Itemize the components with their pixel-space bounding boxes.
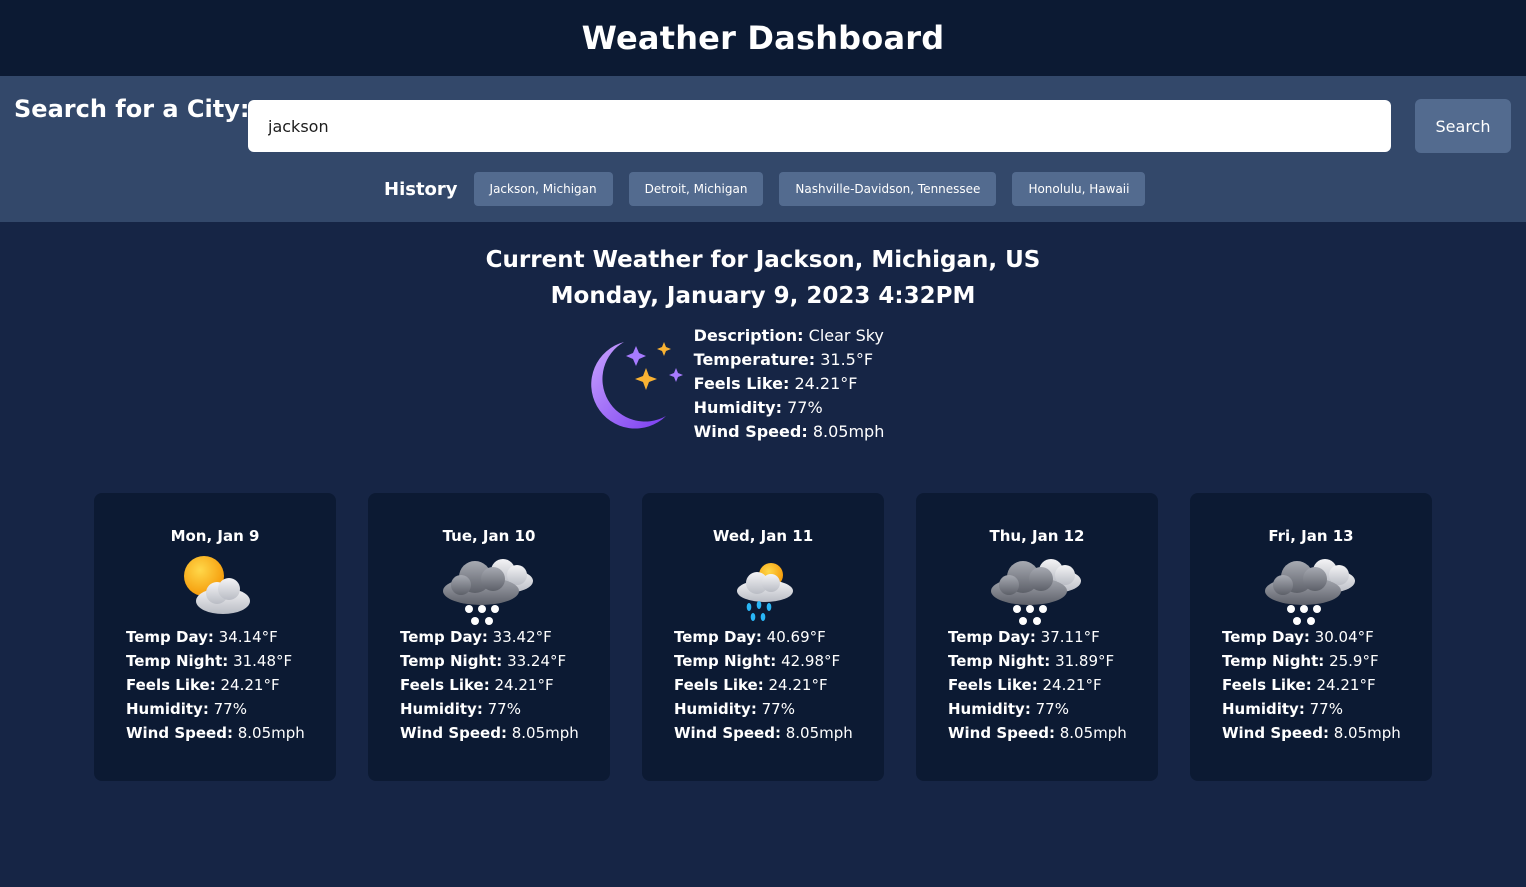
history-row: History Jackson, Michigan Detroit, Michi… — [384, 172, 1161, 206]
current-weather: Current Weather for Jackson, Michigan, U… — [0, 222, 1526, 448]
snow-cloud-icon — [987, 551, 1087, 625]
app-header: Weather Dashboard — [0, 0, 1526, 76]
forecast-details: Temp Day: 30.04°F Temp Night: 25.9°F Fee… — [1222, 628, 1401, 742]
history-item-nashville[interactable]: Nashville-Davidson, Tennessee — [779, 172, 997, 206]
forecast-card: Tue, Jan 10 Temp Day: 33.42°F Temp Night… — [368, 493, 610, 781]
current-humidity: Humidity: 77% — [693, 398, 823, 417]
snow-cloud-icon — [439, 551, 539, 625]
current-datetime: Monday, January 9, 2023 4:32PM — [550, 283, 976, 309]
search-button[interactable]: Search — [1415, 99, 1511, 153]
moon-stars-icon — [590, 342, 683, 429]
history-item-jackson[interactable]: Jackson, Michigan — [473, 172, 613, 206]
forecast-card: Mon, Jan 9 Temp Day: 34.14°F Temp Night:… — [94, 493, 336, 781]
history-item-honolulu[interactable]: Honolulu, Hawaii — [1012, 172, 1146, 206]
forecast-card: Wed, Jan 11 Temp Day: 40.69°F Temp Night… — [642, 493, 884, 781]
forecast-date: Mon, Jan 9 — [170, 527, 260, 545]
forecast-details: Temp Day: 40.69°F Temp Night: 42.98°F Fe… — [674, 628, 853, 742]
forecast-card: Fri, Jan 13 Temp Day: 30.04°F Temp Night… — [1190, 493, 1432, 781]
forecast-date: Fri, Jan 13 — [1268, 527, 1354, 545]
forecast-details: Temp Day: 37.11°F Temp Night: 31.89°F Fe… — [948, 628, 1127, 742]
current-wind-speed: Wind Speed: 8.05mph — [693, 422, 885, 441]
snow-cloud-icon — [1261, 551, 1361, 625]
search-input[interactable] — [248, 100, 1391, 152]
forecast-date: Tue, Jan 10 — [442, 527, 536, 545]
current-details: Description: Clear Sky Temperature: 31.5… — [694, 324, 885, 444]
forecast-date: Wed, Jan 11 — [712, 527, 814, 545]
page-title: Weather Dashboard — [581, 19, 945, 57]
partly-sunny-icon — [165, 551, 265, 625]
current-temperature: Temperature: 31.5°F — [693, 350, 874, 369]
history-label: History — [384, 178, 458, 200]
current-heading: Current Weather for Jackson, Michigan, U… — [485, 247, 1041, 273]
search-label: Search for a City: — [14, 95, 250, 123]
current-description: Description: Clear Sky — [693, 326, 884, 345]
sun-rain-cloud-icon — [713, 551, 813, 625]
forecast-date: Thu, Jan 12 — [989, 527, 1085, 545]
forecast-card: Thu, Jan 12 Temp Day: 37.11°F Temp Night… — [916, 493, 1158, 781]
forecast-details: Temp Day: 33.42°F Temp Night: 33.24°F Fe… — [400, 628, 579, 742]
forecast-details: Temp Day: 34.14°F Temp Night: 31.48°F Fe… — [126, 628, 305, 742]
current-feels-like: Feels Like: 24.21°F — [693, 374, 858, 393]
history-item-detroit[interactable]: Detroit, Michigan — [628, 172, 764, 206]
five-day-forecast: Mon, Jan 9 Temp Day: 34.14°F Temp Night:… — [94, 493, 1432, 781]
search-panel: Search for a City: Search History Jackso… — [0, 76, 1526, 222]
